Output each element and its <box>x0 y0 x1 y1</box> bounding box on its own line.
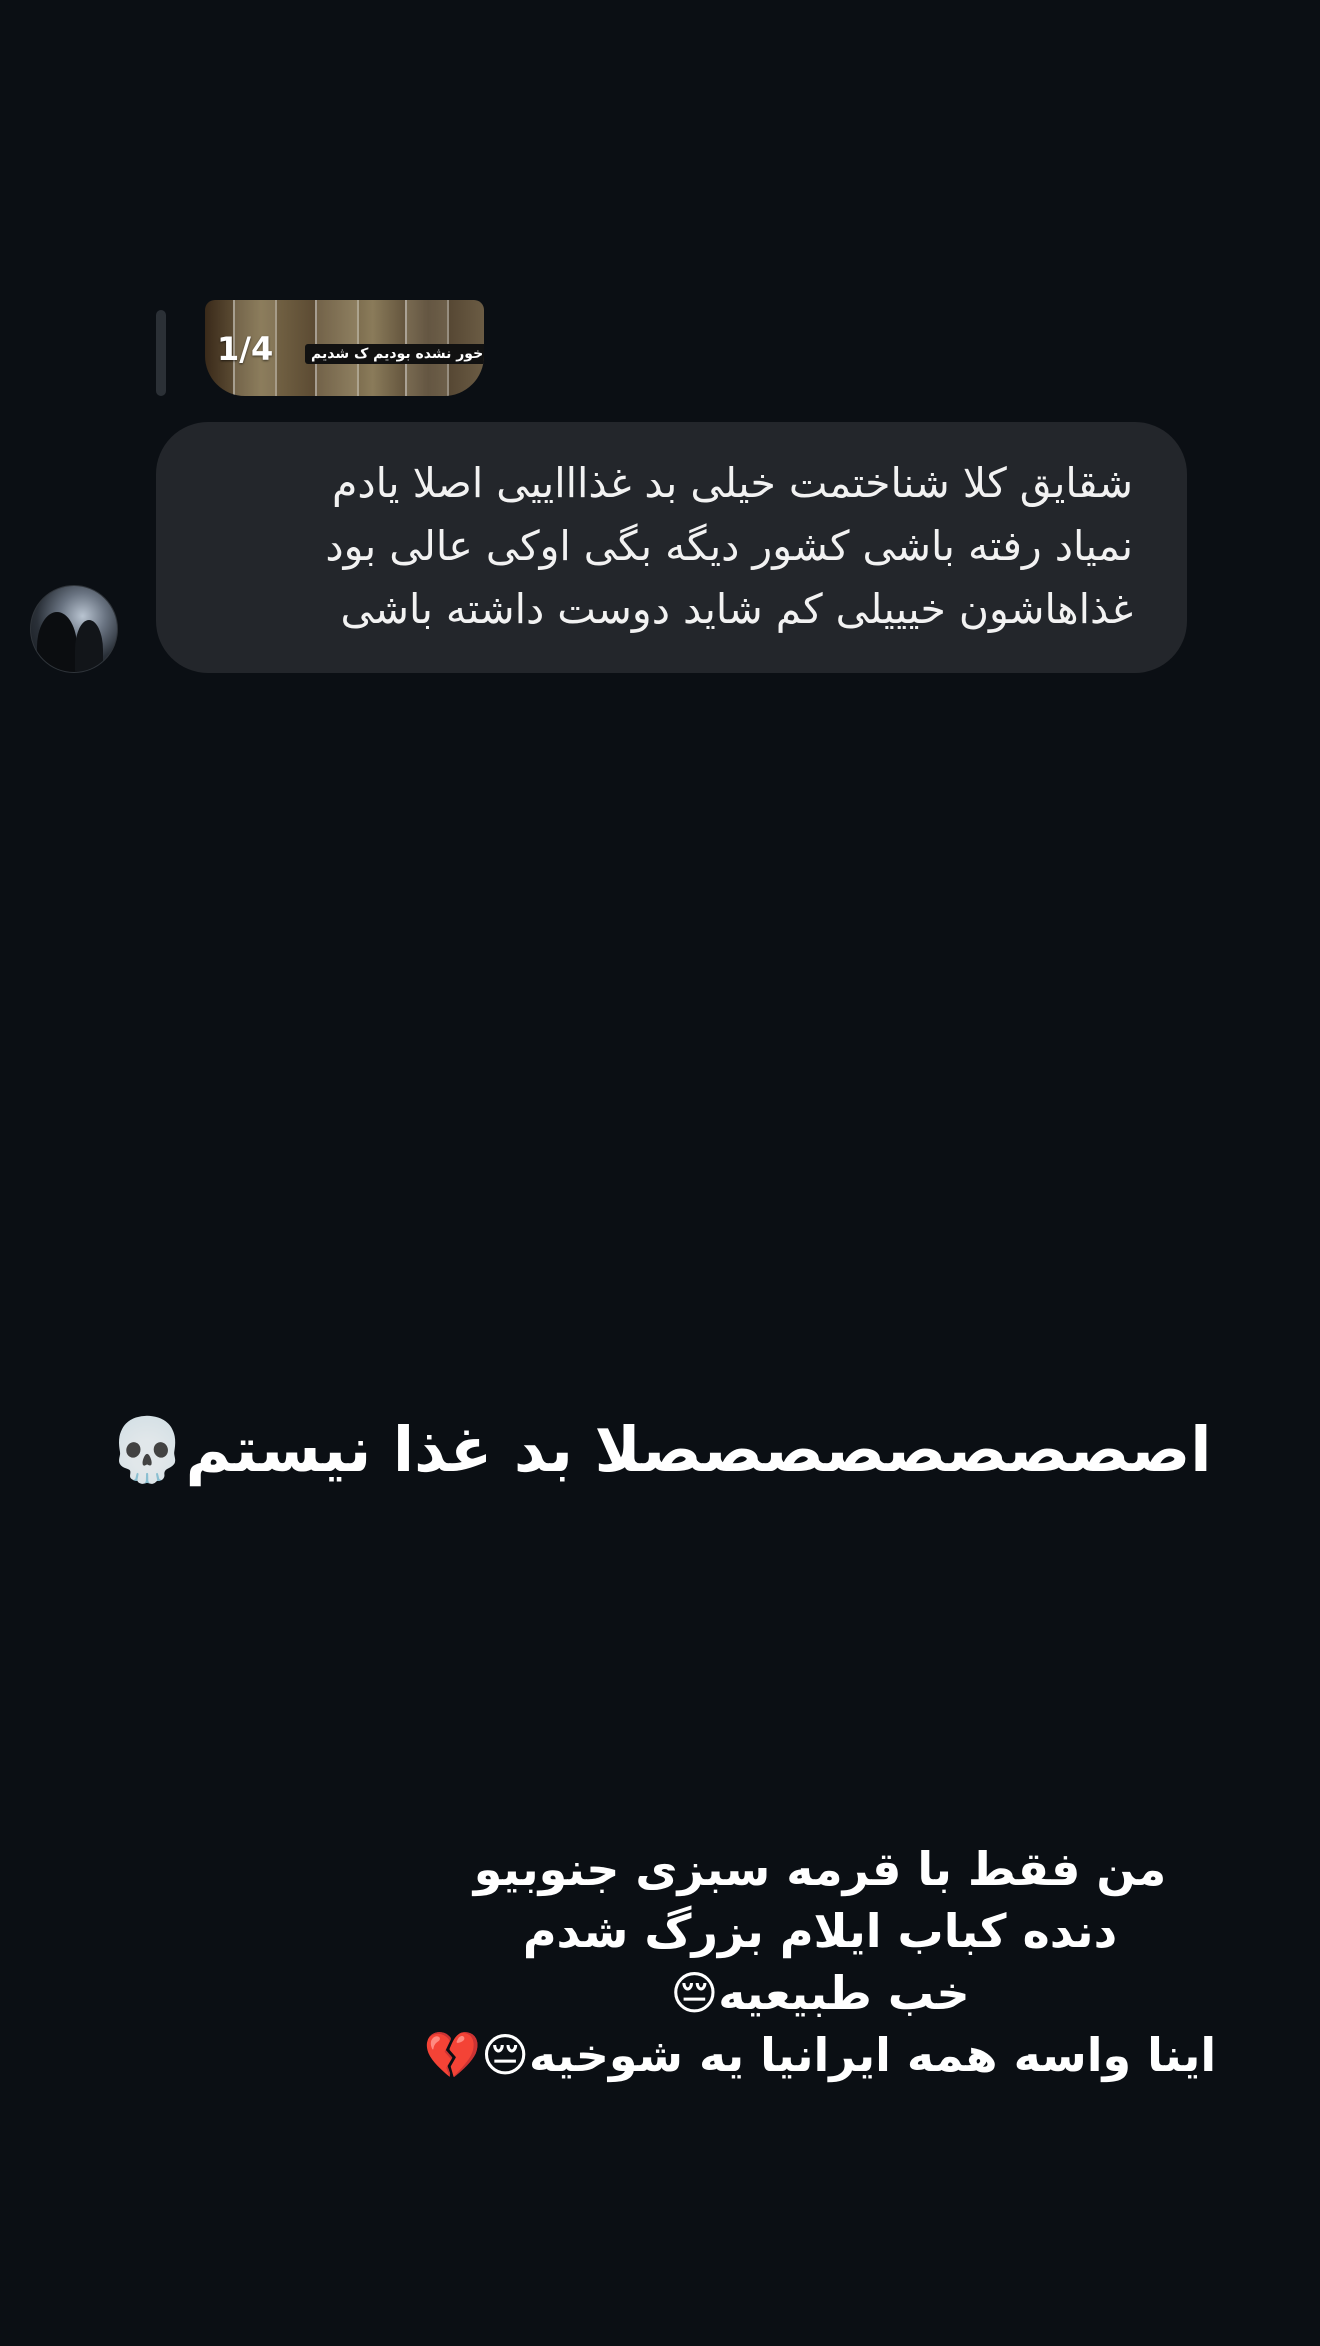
screen: { "story_reply": { "counter": "1/4", "ca… <box>0 0 1320 2346</box>
avatar-silhouette <box>37 612 77 672</box>
message-bubble[interactable]: شقایق کلا شناختمت خیلی بد غذاااییی اصلا … <box>156 422 1187 673</box>
overlay-text-line: دنده کباب ایلام بزرگ شدم <box>522 1904 1118 1958</box>
story-caption-text: خور نشده بودیم ک شدیم <box>311 346 484 362</box>
overlay-text-line: خب طبیعیه😔 <box>670 1966 970 2020</box>
reply-indicator-bar <box>156 310 166 396</box>
story-caption: خور نشده بودیم ک شدیم <box>305 344 484 364</box>
overlay-text-block: من فقط با قرمه سبزی جنوبیو دنده کباب ایل… <box>420 1838 1220 2086</box>
message-text: شقایق کلا شناختمت خیلی بد غذاااییی اصلا … <box>325 459 1133 633</box>
story-thumbnail[interactable]: 1/4 خور نشده بودیم ک شدیم <box>205 300 484 396</box>
story-counter: 1/4 <box>217 330 274 368</box>
overlay-text-line: اصصصصصصصصصلا بد غذا نیستم💀 <box>108 1413 1212 1486</box>
overlay-text-line: من فقط با قرمه سبزی جنوبیو <box>473 1842 1167 1896</box>
overlay-text-line: اینا واسه همه ایرانیا یه شوخیه😔💔 <box>423 2028 1217 2082</box>
avatar-silhouette <box>75 620 103 672</box>
avatar[interactable] <box>30 585 118 673</box>
